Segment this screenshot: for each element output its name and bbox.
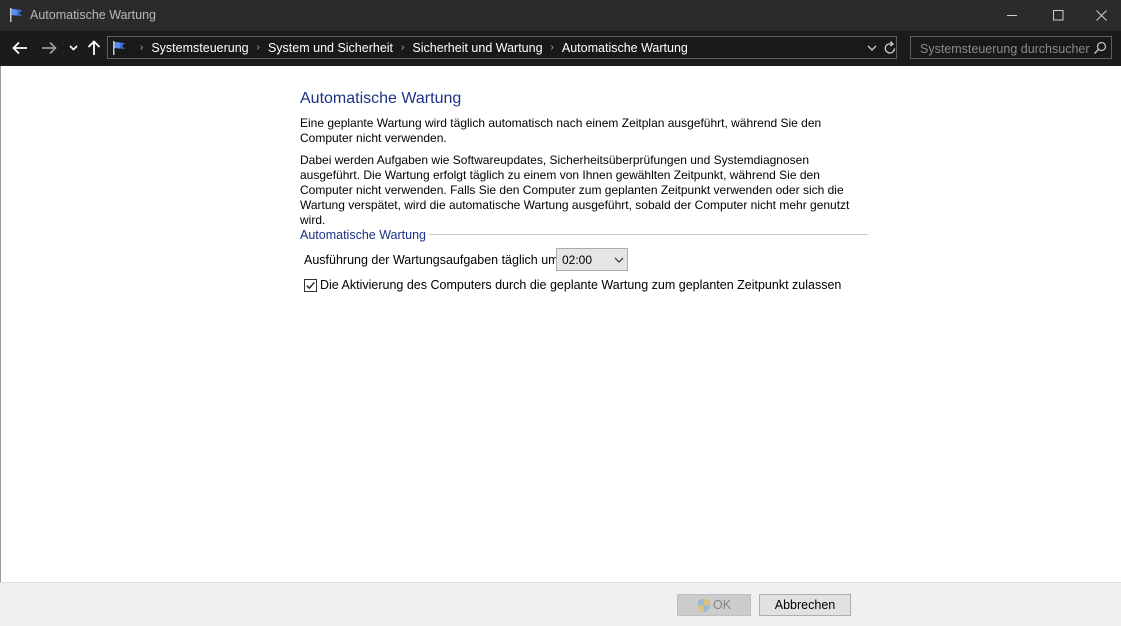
cancel-button-label: Abbrechen	[774, 598, 836, 612]
page-title: Automatische Wartung	[300, 90, 462, 107]
arrow-up-icon	[87, 40, 101, 55]
schedule-label: Ausführung der Wartungsaufgaben täglich …	[304, 253, 559, 267]
recent-locations-button[interactable]	[66, 37, 80, 59]
breadcrumb-system-und-sicherheit[interactable]: System und Sicherheit	[268, 41, 393, 55]
description-paragraph: Dabei werden Aufgaben wie Softwareupdate…	[300, 153, 850, 227]
chevron-right-icon[interactable]: ›	[551, 42, 554, 53]
breadcrumb: › Systemsteuerung › System und Sicherhei…	[132, 37, 688, 58]
up-button[interactable]	[84, 37, 104, 59]
checkmark-icon	[306, 281, 315, 290]
group-label: Automatische Wartung	[300, 228, 429, 242]
maximize-button[interactable]	[1035, 0, 1081, 31]
arrow-right-icon	[42, 41, 57, 55]
schedule-time-select[interactable]: 02:00	[556, 248, 628, 271]
wake-computer-checkbox[interactable]	[304, 279, 317, 292]
shield-icon	[697, 598, 710, 612]
cancel-button[interactable]: Abbrechen	[759, 594, 851, 616]
flag-icon	[113, 41, 125, 55]
flag-icon	[10, 8, 22, 22]
arrow-left-icon	[12, 41, 27, 55]
breadcrumb-automatische-wartung[interactable]: Automatische Wartung	[562, 41, 688, 55]
close-icon	[1095, 10, 1107, 21]
chevron-down-icon	[68, 45, 78, 51]
schedule-time-value: 02:00	[562, 253, 593, 267]
refresh-icon[interactable]	[883, 40, 897, 56]
intro-paragraph: Eine geplante Wartung wird täglich autom…	[300, 116, 822, 145]
window-title: Automatische Wartung	[30, 8, 156, 22]
minimize-button[interactable]	[989, 0, 1035, 31]
maximize-icon	[1052, 10, 1063, 21]
title-bar: Automatische Wartung	[0, 0, 1121, 31]
ok-button[interactable]: OK	[677, 594, 751, 616]
minimize-icon	[1006, 15, 1017, 16]
chevron-right-icon[interactable]: ›	[401, 42, 404, 53]
search-input[interactable]	[918, 39, 1092, 58]
ok-button-label: OK	[712, 598, 732, 612]
back-button[interactable]	[9, 37, 31, 59]
chevron-down-icon[interactable]	[866, 42, 878, 54]
search-icon[interactable]	[1093, 41, 1107, 55]
breadcrumb-sicherheit-und-wartung[interactable]: Sicherheit und Wartung	[412, 41, 542, 55]
window-left-border	[0, 66, 1, 626]
chevron-right-icon[interactable]: ›	[140, 42, 143, 53]
chevron-down-icon	[614, 257, 624, 263]
close-button[interactable]	[1078, 0, 1121, 31]
navigation-bar: › Systemsteuerung › System und Sicherhei…	[0, 31, 1121, 66]
dialog-footer: OK Abbrechen	[0, 582, 1121, 626]
address-bar[interactable]: › Systemsteuerung › System und Sicherhei…	[107, 36, 897, 59]
chevron-right-icon[interactable]: ›	[257, 42, 260, 53]
search-box[interactable]	[910, 36, 1112, 59]
wake-computer-label[interactable]: Die Aktivierung des Computers durch die …	[320, 278, 841, 292]
forward-button[interactable]	[38, 37, 60, 59]
breadcrumb-systemsteuerung[interactable]: Systemsteuerung	[151, 41, 248, 55]
